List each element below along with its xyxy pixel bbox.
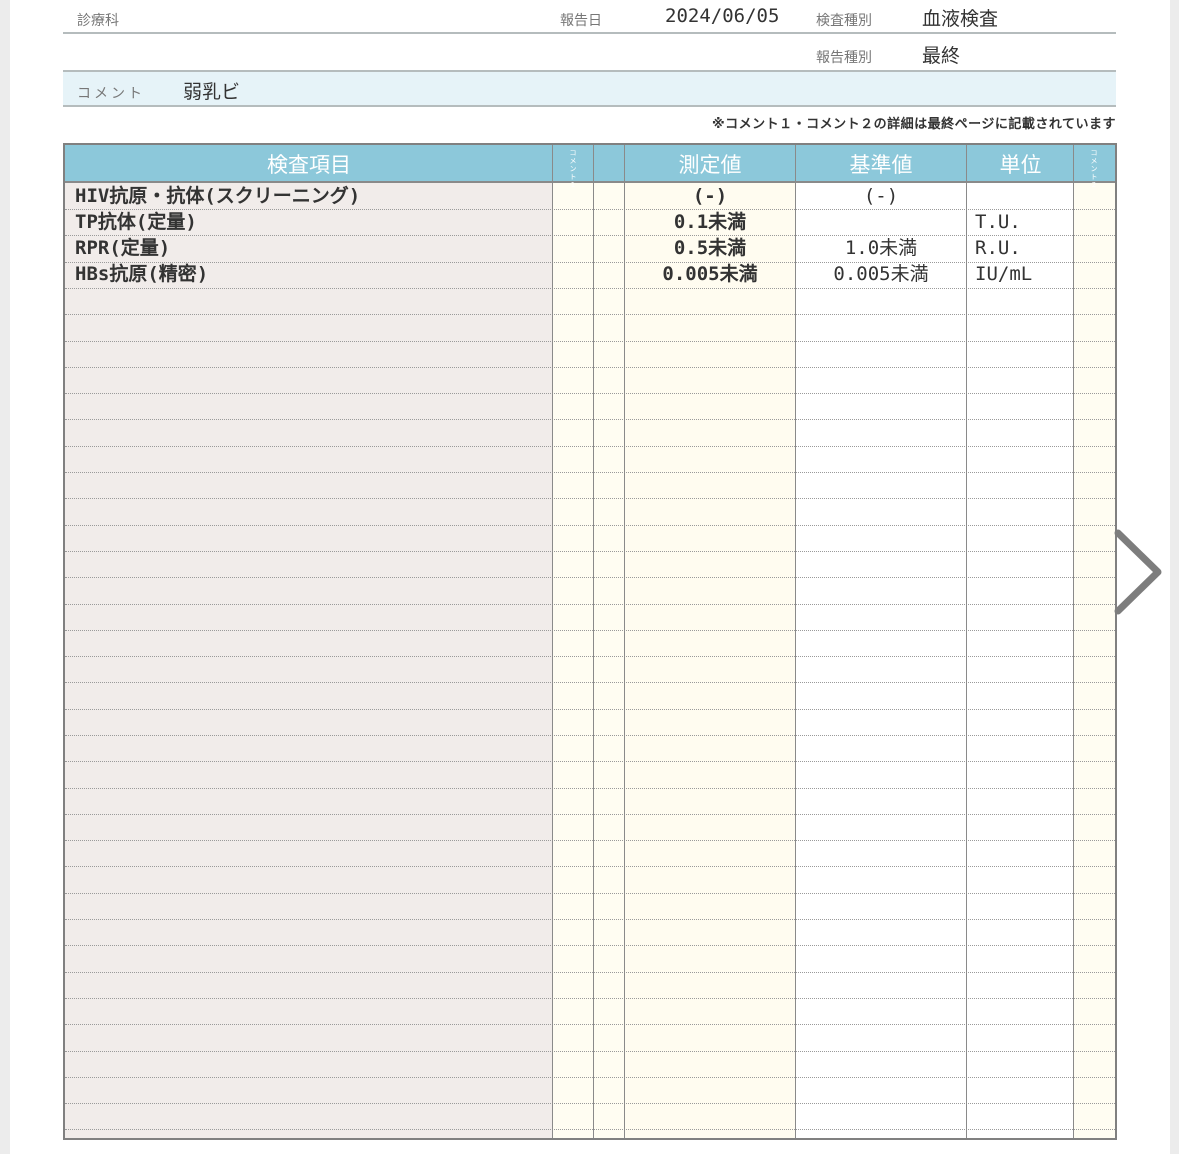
row-separator (65, 1129, 1115, 1130)
row-separator (65, 893, 1115, 894)
report-date: 2024/06/05 (665, 5, 780, 27)
row-separator (65, 288, 1115, 289)
row-item: HIV抗原・抗体(スクリーニング) (75, 185, 361, 207)
report-type: 最終 (922, 45, 961, 67)
report-page: 診療科 報告日 2024/06/05 検査種別 血液検査 報告種別 最終 コメン… (10, 0, 1170, 1154)
row-separator (65, 630, 1115, 631)
row-item: HBs抗原(精密) (75, 263, 209, 285)
row-separator (65, 446, 1115, 447)
row-separator (65, 945, 1115, 946)
results-table: 検査項目 コメント1 測定値 基準値 単位 コメント2 HIV抗原・抗体(スクリ… (63, 143, 1117, 1140)
exam-type-label: 検査種別 (816, 13, 872, 29)
row-separator (65, 367, 1115, 368)
column-divider (593, 145, 594, 1138)
header-item: 検査項目 (267, 153, 351, 177)
row-separator (65, 709, 1115, 710)
row-unit: IU/mL (975, 263, 1033, 285)
row-reference: 1.0未満 (844, 237, 918, 259)
document-viewer: 診療科 報告日 2024/06/05 検査種別 血液検査 報告種別 最終 コメン… (0, 0, 1179, 1154)
chevron-right-icon[interactable] (1110, 525, 1170, 620)
row-separator (65, 761, 1115, 762)
row-separator (65, 1077, 1115, 1078)
row-item: RPR(定量) (75, 237, 171, 259)
exam-type: 血液検査 (922, 8, 999, 30)
row-separator (65, 419, 1115, 420)
column-divider (624, 145, 625, 1138)
header-reference: 基準値 (849, 153, 913, 177)
item-column-bg (65, 145, 553, 1138)
header-divider (63, 32, 1116, 34)
row-reference: 0.005未満 (833, 263, 929, 285)
row-separator (65, 840, 1115, 841)
row-separator (65, 604, 1115, 605)
report-type-label: 報告種別 (816, 50, 872, 66)
row-separator (65, 314, 1115, 315)
row-separator (65, 577, 1115, 578)
row-separator (65, 866, 1115, 867)
row-reference: (-) (863, 185, 899, 207)
comment2-column-bg (1074, 145, 1115, 1138)
value-column-bg (625, 145, 795, 1138)
row-separator (65, 341, 1115, 342)
row-separator (65, 1024, 1115, 1025)
row-separator (65, 1051, 1115, 1052)
row-separator (65, 972, 1115, 973)
header-unit: 単位 (999, 153, 1042, 177)
report-date-label: 報告日 (560, 13, 602, 29)
row-separator (65, 919, 1115, 920)
row-separator (65, 998, 1115, 999)
row-value: 0.5未満 (673, 237, 747, 259)
comment1-column-bg (553, 145, 625, 1138)
row-unit: T.U. (975, 211, 1021, 233)
comment-band: コメント 弱乳ビ (63, 72, 1116, 107)
comment-label: コメント (77, 86, 145, 102)
header-value: 測定値 (678, 153, 742, 177)
header-comment2: コメント2 (1090, 149, 1098, 189)
column-divider (1073, 145, 1074, 1138)
row-separator (65, 551, 1115, 552)
table-header: 検査項目 コメント1 測定値 基準値 単位 コメント2 (65, 145, 1115, 189)
row-separator (65, 498, 1115, 499)
row-separator (65, 1103, 1115, 1104)
row-separator (65, 525, 1115, 526)
row-item: TP抗体(定量) (75, 211, 197, 233)
row-value: 0.005未満 (662, 263, 758, 285)
row-separator (65, 393, 1115, 394)
row-separator (65, 682, 1115, 683)
header-comment1: コメント1 (569, 149, 577, 189)
row-value: 0.1未満 (673, 211, 747, 233)
row-separator (65, 788, 1115, 789)
column-divider (795, 145, 796, 1138)
column-divider (966, 145, 967, 1138)
reference-column-bg (795, 145, 1115, 1138)
comment-note: ※コメント１・コメント２の詳細は最終ページに記載されています (712, 117, 1116, 132)
row-separator (65, 472, 1115, 473)
row-reference (795, 209, 967, 235)
row-separator (65, 656, 1115, 657)
row-separator (65, 814, 1115, 815)
row-unit: R.U. (975, 237, 1021, 259)
row-value: (-) (692, 185, 728, 207)
dept-label: 診療科 (77, 13, 119, 29)
comment-text: 弱乳ビ (183, 81, 241, 103)
column-divider (552, 145, 553, 1138)
row-separator (65, 735, 1115, 736)
